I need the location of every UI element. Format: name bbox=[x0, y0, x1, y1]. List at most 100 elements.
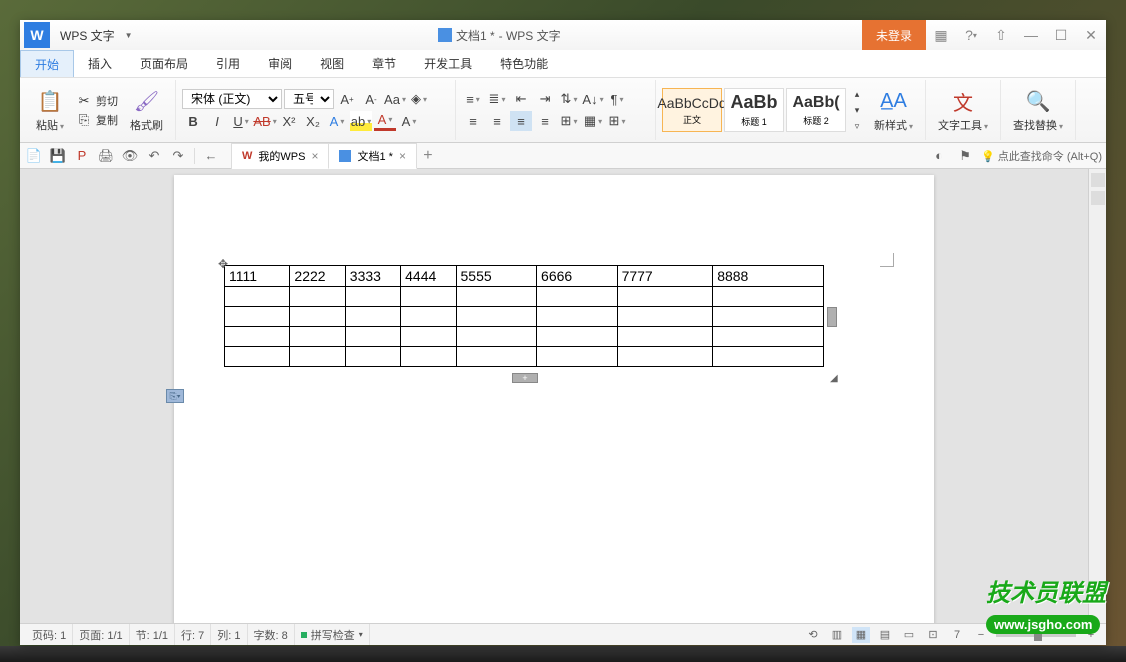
new-file-button[interactable]: 📄 bbox=[24, 146, 44, 166]
view-web-button[interactable]: ▭ bbox=[900, 627, 918, 643]
redo-button[interactable]: ↷ bbox=[168, 146, 188, 166]
text-effect-button[interactable]: A bbox=[326, 111, 348, 131]
upload-button[interactable]: ⇧ bbox=[986, 20, 1016, 50]
align-left-button[interactable]: ≡ bbox=[462, 111, 484, 131]
underline-button[interactable]: U bbox=[230, 111, 252, 131]
status-chars[interactable]: 字数: 8 bbox=[248, 624, 295, 645]
zoom-slider[interactable] bbox=[996, 633, 1076, 637]
table-cell[interactable] bbox=[617, 287, 713, 307]
view-page-button[interactable]: ▦ bbox=[852, 627, 870, 643]
align-right-button[interactable]: ≡ bbox=[510, 111, 532, 131]
style-heading2[interactable]: AaBb(标题 2 bbox=[786, 88, 846, 132]
table-cell[interactable] bbox=[225, 307, 290, 327]
nav-back-button[interactable]: ← bbox=[201, 146, 221, 166]
table-cell[interactable] bbox=[456, 327, 537, 347]
zoom-in-button[interactable]: + bbox=[1082, 627, 1100, 643]
table-cell[interactable] bbox=[617, 307, 713, 327]
view-outline-button[interactable]: ▤ bbox=[876, 627, 894, 643]
borders-button[interactable]: ⊞ bbox=[606, 111, 628, 131]
document-page[interactable]: ✥ 11112222333344445555666677778888 + ◢ bbox=[174, 175, 934, 623]
table-row[interactable] bbox=[225, 347, 824, 367]
align-center-button[interactable]: ≡ bbox=[486, 111, 508, 131]
menu-references[interactable]: 引用 bbox=[202, 50, 254, 77]
table-cell[interactable] bbox=[345, 307, 400, 327]
skin-button[interactable]: ▦ bbox=[926, 20, 956, 50]
cloud-button[interactable]: ◐ bbox=[929, 146, 949, 166]
table-cell[interactable]: 7777 bbox=[617, 266, 713, 287]
font-size-select[interactable]: 五号 bbox=[284, 89, 334, 109]
tab-mywps[interactable]: W 我的WPS × bbox=[231, 143, 329, 169]
status-page-no[interactable]: 页码: 1 bbox=[26, 624, 73, 645]
table-cell[interactable]: 8888 bbox=[713, 266, 824, 287]
strike-button[interactable]: AB bbox=[254, 111, 276, 131]
menu-review[interactable]: 审阅 bbox=[254, 50, 306, 77]
table-cell[interactable]: 1111 bbox=[225, 266, 290, 287]
table-add-row-handle[interactable]: + bbox=[512, 373, 538, 383]
table-cell[interactable] bbox=[456, 307, 537, 327]
maximize-button[interactable]: ☐ bbox=[1046, 20, 1076, 50]
table-cell[interactable] bbox=[225, 347, 290, 367]
table-cell[interactable] bbox=[290, 327, 345, 347]
print-button[interactable]: 🖨 bbox=[96, 146, 116, 166]
clear-format-button[interactable]: ◈ bbox=[408, 89, 430, 109]
minimize-button[interactable]: — bbox=[1016, 20, 1046, 50]
new-style-button[interactable]: A̲A 新样式 bbox=[868, 85, 919, 135]
close-button[interactable]: ✕ bbox=[1076, 20, 1106, 50]
table-cell[interactable] bbox=[345, 287, 400, 307]
distribute-button[interactable]: ⊞ bbox=[558, 111, 580, 131]
table-row[interactable] bbox=[225, 307, 824, 327]
table-cell[interactable] bbox=[290, 307, 345, 327]
char-border-button[interactable]: A bbox=[398, 111, 420, 131]
app-menu-dropdown[interactable]: ▼ bbox=[121, 31, 137, 40]
print-preview-button[interactable]: 👁 bbox=[120, 146, 140, 166]
zoom-out-button[interactable]: − bbox=[972, 627, 990, 643]
font-color-button[interactable]: A bbox=[374, 111, 396, 131]
table-row[interactable]: 11112222333344445555666677778888 bbox=[225, 266, 824, 287]
style-heading1[interactable]: AaBb标题 1 bbox=[724, 88, 784, 132]
format-painter-button[interactable]: 🖌 格式刷 bbox=[124, 85, 169, 135]
table-cell[interactable] bbox=[401, 307, 456, 327]
export-pdf-button[interactable]: P bbox=[72, 146, 92, 166]
highlight-button[interactable]: ab bbox=[350, 111, 372, 131]
table-cell[interactable] bbox=[401, 327, 456, 347]
table-cell[interactable]: 3333 bbox=[345, 266, 400, 287]
table-cell[interactable] bbox=[537, 287, 618, 307]
copy-button[interactable]: ⎘复制 bbox=[74, 111, 120, 129]
zoom-fit-button[interactable]: ⊡ bbox=[924, 627, 942, 643]
zoom-value[interactable]: 7 bbox=[948, 627, 966, 643]
style-body[interactable]: AaBbCcDd正文 bbox=[662, 88, 722, 132]
reading-mode-button[interactable]: ⟲ bbox=[804, 627, 822, 643]
table-cell[interactable]: 4444 bbox=[401, 266, 456, 287]
status-section[interactable]: 节: 1/1 bbox=[130, 624, 175, 645]
grow-font-button[interactable]: A+ bbox=[336, 89, 358, 109]
paste-button[interactable]: 📋 粘贴 bbox=[30, 85, 70, 135]
table-cell[interactable]: 5555 bbox=[456, 266, 537, 287]
table-cell[interactable] bbox=[537, 307, 618, 327]
menu-developer[interactable]: 开发工具 bbox=[410, 50, 486, 77]
numbering-button[interactable]: ≣ bbox=[486, 89, 508, 109]
text-tools-button[interactable]: 文 文字工具 bbox=[932, 85, 994, 135]
table-cell[interactable] bbox=[225, 327, 290, 347]
increase-indent-button[interactable]: ⇥ bbox=[534, 89, 556, 109]
find-replace-button[interactable]: 🔍 查找替换 bbox=[1007, 85, 1069, 135]
tab-add-button[interactable]: + bbox=[416, 143, 440, 169]
align-justify-button[interactable]: ≡ bbox=[534, 111, 556, 131]
view-print-button[interactable]: ▥ bbox=[828, 627, 846, 643]
tab-doc1[interactable]: 文档1 * × bbox=[328, 143, 416, 169]
select-pane-button[interactable] bbox=[1091, 191, 1105, 205]
table-cell[interactable] bbox=[456, 287, 537, 307]
table-cell[interactable] bbox=[537, 327, 618, 347]
table-cell[interactable] bbox=[401, 287, 456, 307]
table-cell[interactable]: 6666 bbox=[537, 266, 618, 287]
table-cell[interactable] bbox=[456, 347, 537, 367]
status-spell[interactable]: 拼写检查▾ bbox=[295, 624, 370, 645]
login-button[interactable]: 未登录 bbox=[862, 20, 926, 50]
sort-button[interactable]: A↓ bbox=[582, 89, 604, 109]
table-cell[interactable]: 2222 bbox=[290, 266, 345, 287]
status-line[interactable]: 行: 7 bbox=[175, 624, 211, 645]
help-button[interactable]: ?▾ bbox=[956, 20, 986, 50]
status-col[interactable]: 列: 1 bbox=[211, 624, 247, 645]
flag-button[interactable]: ⚑ bbox=[955, 146, 975, 166]
menu-section[interactable]: 章节 bbox=[358, 50, 410, 77]
shading-button[interactable]: ▦ bbox=[582, 111, 604, 131]
